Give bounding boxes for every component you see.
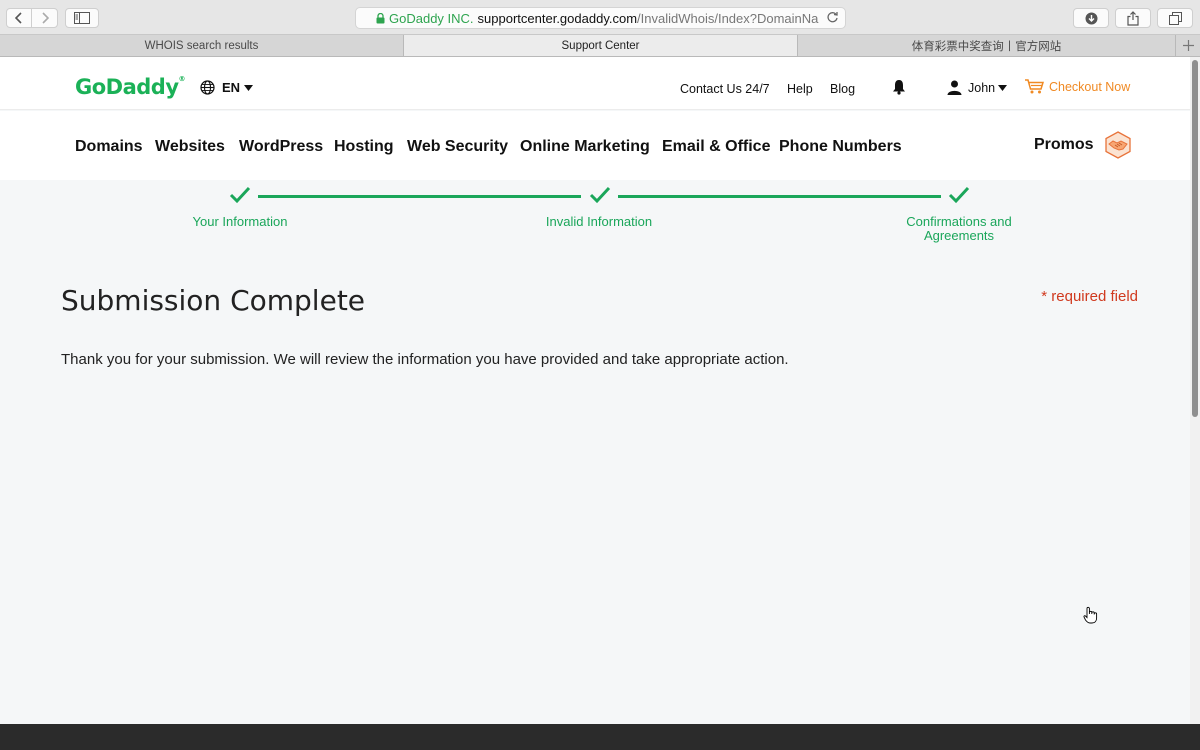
caret-down-icon	[998, 84, 1008, 91]
nav-domains[interactable]: Domains	[75, 138, 143, 156]
lock-icon	[376, 13, 385, 24]
chevron-right-icon	[41, 12, 49, 24]
tabs-overview-icon	[1168, 11, 1182, 25]
step-label: Confirmations and Agreements	[906, 214, 1012, 243]
plus-icon	[1182, 40, 1194, 51]
checkout-label: Checkout Now	[1049, 79, 1131, 94]
progress-line	[618, 195, 941, 198]
page-footer	[0, 724, 1200, 750]
url-path: /InvalidWhois/Index?DomainName=ap	[637, 11, 819, 26]
nav-email-office[interactable]: Email & Office	[662, 138, 770, 156]
promos-link[interactable]: Promos	[1034, 131, 1132, 159]
user-icon	[947, 80, 962, 95]
download-icon	[1085, 12, 1097, 24]
language-label: EN	[222, 80, 241, 95]
page-scrollbar[interactable]	[1190, 57, 1200, 724]
chevron-left-icon	[15, 12, 22, 24]
url-org: GoDaddy INC.	[389, 11, 474, 26]
user-name: John	[968, 80, 996, 95]
sidebar-icon	[74, 12, 90, 24]
tab-support-center[interactable]: Support Center	[404, 35, 798, 56]
help-link[interactable]: Help	[787, 82, 813, 96]
site-header: GoDaddy® EN Contact Us 24/7 Help Blog Jo…	[0, 57, 1190, 110]
cart-icon	[1025, 79, 1044, 94]
reload-icon[interactable]	[826, 11, 839, 24]
new-tab-button[interactable]	[1176, 35, 1200, 56]
nav-phone-numbers[interactable]: Phone Numbers	[779, 138, 902, 156]
language-selector[interactable]: EN	[200, 80, 254, 95]
blog-link[interactable]: Blog	[830, 82, 855, 96]
url-host: supportcenter.godaddy.com	[477, 11, 638, 26]
confirmation-message: Thank you for your submission. We will r…	[61, 351, 789, 368]
globe-icon	[200, 80, 215, 95]
main-nav: Domains Websites WordPress Hosting Web S…	[0, 111, 1190, 180]
bell-icon[interactable]	[892, 79, 906, 95]
share-icon	[1127, 10, 1139, 26]
user-menu[interactable]: John	[947, 80, 1008, 95]
nav-web-security[interactable]: Web Security	[407, 138, 508, 156]
progress-stepper: Your Information Invalid Information Con…	[0, 180, 1190, 260]
tab-label: Support Center	[561, 39, 640, 52]
sidebar-toggle-button[interactable]	[65, 8, 99, 28]
caret-down-icon	[244, 84, 254, 91]
step-label: Your Information	[192, 214, 288, 229]
scrollbar-thumb[interactable]	[1192, 60, 1198, 417]
godaddy-logo[interactable]: GoDaddy®	[75, 75, 185, 99]
share-button[interactable]	[1115, 8, 1151, 28]
step-label: Invalid Information	[545, 214, 653, 229]
nav-online-marketing[interactable]: Online Marketing	[520, 138, 650, 156]
progress-line	[258, 195, 581, 198]
tab-lottery[interactable]: 体育彩票中奖查询丨官方网站	[798, 35, 1176, 56]
tab-label: 体育彩票中奖查询丨官方网站	[911, 40, 1062, 53]
downloads-button[interactable]	[1073, 8, 1109, 28]
contact-link[interactable]: Contact Us 24/7	[680, 82, 770, 96]
nav-hosting[interactable]: Hosting	[334, 138, 394, 156]
handshake-icon	[1104, 131, 1131, 159]
checkout-link[interactable]: Checkout Now	[1025, 79, 1130, 94]
tab-whois[interactable]: WHOIS search results	[0, 35, 404, 56]
tab-bar: WHOIS search results Support Center 体育彩票…	[0, 35, 1200, 57]
page-title: Submission Complete	[61, 284, 366, 317]
hand-cursor-icon	[1083, 606, 1098, 624]
browser-toolbar: GoDaddy INC. supportcenter.godaddy.com/In…	[0, 0, 1200, 35]
back-button[interactable]	[7, 9, 33, 27]
promos-label: Promos	[1034, 136, 1094, 153]
forward-button[interactable]	[32, 9, 57, 27]
tab-label: WHOIS search results	[144, 39, 259, 52]
address-bar[interactable]: GoDaddy INC. supportcenter.godaddy.com/In…	[355, 7, 846, 29]
checkmark-icon	[229, 186, 251, 204]
show-tabs-button[interactable]	[1157, 8, 1193, 28]
required-field-note: * required field	[1041, 288, 1138, 305]
history-nav	[6, 8, 58, 28]
checkmark-icon	[589, 186, 611, 204]
checkmark-icon	[948, 186, 970, 204]
nav-wordpress[interactable]: WordPress	[239, 138, 323, 156]
nav-websites[interactable]: Websites	[155, 138, 225, 156]
